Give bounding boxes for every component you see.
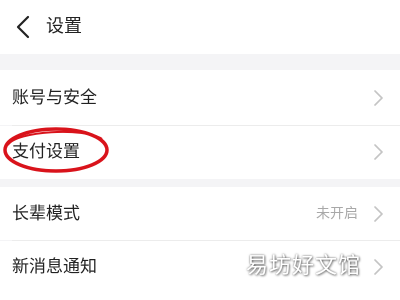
chevron-right-icon — [372, 142, 384, 162]
chevron-right-icon — [372, 257, 384, 277]
top-bar: 设置 — [0, 0, 400, 54]
page-title: 设置 — [46, 16, 82, 37]
row-label-notifications: 新消息通知 — [12, 257, 97, 277]
chevron-left-icon — [12, 14, 36, 40]
row-label-payment: 支付设置 — [12, 142, 80, 162]
settings-row-payment[interactable]: 支付设置 — [0, 126, 400, 179]
settings-row-elder-mode[interactable]: 长辈模式 未开启 — [0, 187, 400, 240]
watermark-text: 易坊好文馆 — [246, 254, 362, 279]
back-button[interactable] — [12, 14, 36, 40]
settings-row-account-security[interactable]: 账号与安全 — [0, 70, 400, 125]
row-label-account-security: 账号与安全 — [12, 88, 97, 108]
chevron-right-icon — [372, 204, 384, 224]
elder-mode-status: 未开启 — [316, 206, 358, 222]
chevron-right-icon — [372, 88, 384, 108]
row-label-elder-mode: 长辈模式 — [12, 204, 80, 224]
